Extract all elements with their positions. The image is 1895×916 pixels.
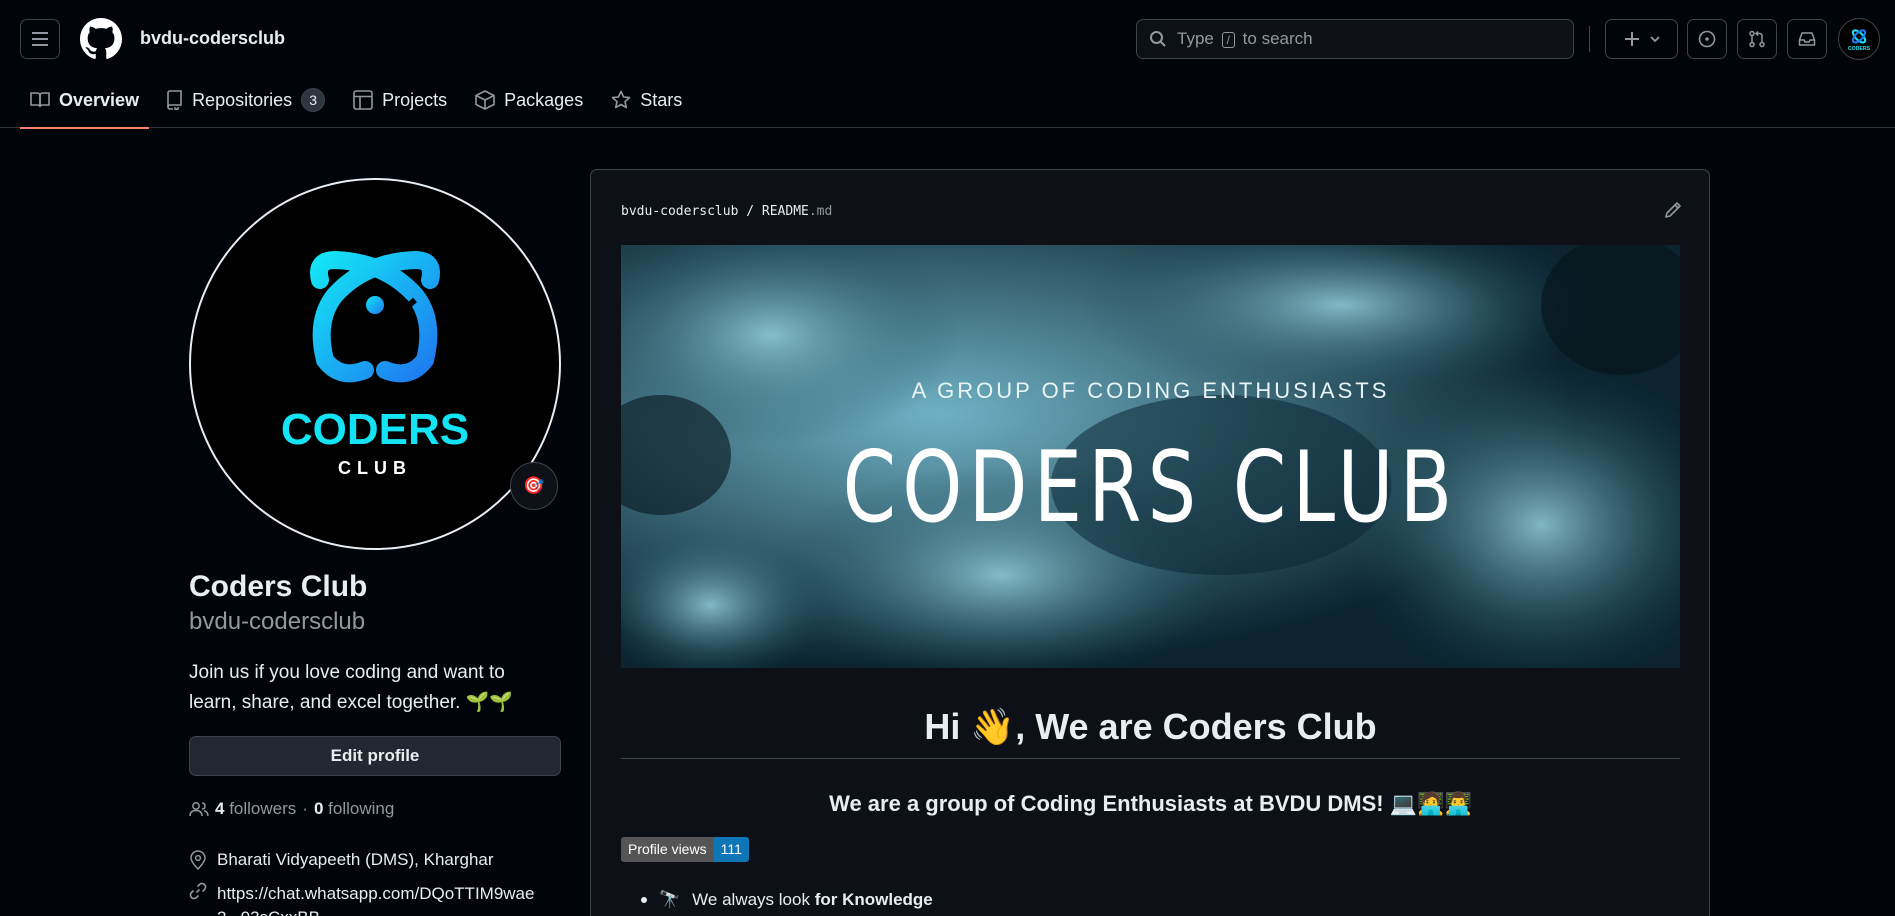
search-placeholder: Type / to search — [1177, 29, 1313, 49]
location-icon — [190, 850, 206, 870]
tab-projects[interactable]: Projects — [343, 78, 457, 122]
views-badge-label: Profile views — [621, 837, 714, 862]
search-icon — [1150, 31, 1166, 47]
bullet-dot — [641, 897, 647, 903]
profile-location: Bharati Vidyapeeth (DMS), Kharghar — [189, 850, 494, 870]
readme-file-name: README — [761, 204, 809, 219]
hamburger-icon — [32, 32, 48, 46]
readme-heading: Hi 👋, We are Coders Club — [924, 706, 1377, 747]
coders-club-logo: CODERS CLUB — [281, 250, 469, 478]
pull-requests-button[interactable] — [1737, 19, 1777, 59]
logo-word: CODERS — [281, 405, 469, 454]
repo-icon — [167, 90, 182, 110]
user-avatar-button[interactable]: CODERS — [1838, 18, 1880, 60]
profile-tabs: Overview Repositories 3 Projects Package… — [20, 78, 700, 129]
bullet-text: We always look — [692, 890, 810, 909]
org-name-link[interactable]: bvdu-codersclub — [140, 28, 285, 49]
inbox-button[interactable] — [1787, 19, 1827, 59]
followers-label: followers — [229, 799, 297, 818]
search-shortcut-key: / — [1221, 32, 1235, 48]
followers-link[interactable]: 4 followers — [215, 799, 296, 819]
banner-title: CODERS CLUB — [842, 431, 1459, 545]
followers-count: 4 — [215, 799, 225, 818]
header-divider — [1589, 26, 1590, 52]
profile-full-name: Coders Club — [189, 570, 368, 603]
following-link[interactable]: 0 following — [314, 799, 394, 819]
follow-separator: · — [302, 799, 308, 818]
coders-club-logo-icon: CODERS — [1848, 29, 1871, 52]
profile-bio: Join us if you love coding and want to l… — [189, 662, 514, 713]
banner-subtitle: A GROUP OF CODING ENTHUSIASTS — [911, 378, 1390, 403]
readme-subheading: We are a group of Coding Enthusiasts at … — [829, 791, 1472, 816]
menu-button[interactable] — [20, 19, 60, 59]
tab-overview[interactable]: Overview — [20, 78, 150, 129]
star-icon — [611, 90, 631, 109]
search-suffix-text: to search — [1242, 29, 1313, 48]
readme-file-ext: .md — [808, 204, 833, 219]
table-icon — [353, 90, 373, 110]
tab-repositories-label: Repositories — [192, 89, 293, 110]
views-badge-value: 111 — [713, 837, 749, 862]
location-text: Bharati Vidyapeeth (DMS), Kharghar — [217, 850, 494, 869]
pencil-icon — [1665, 202, 1681, 218]
profile-views-badge: Profile views 111 — [621, 837, 749, 862]
tab-packages[interactable]: Packages — [465, 78, 593, 122]
tab-stars[interactable]: Stars — [601, 78, 692, 122]
link-icon — [189, 882, 207, 900]
following-count: 0 — [313, 799, 324, 818]
search-prefix-text: Type — [1177, 29, 1214, 48]
readme-card: bvdu-codersclub / README.md A GROUP OF C… — [590, 169, 1710, 916]
issue-opened-icon — [1698, 30, 1716, 48]
readme-path: bvdu-codersclub / README.md — [621, 204, 832, 219]
chevron-down-icon — [1649, 36, 1660, 42]
readme-owner-link[interactable]: bvdu-codersclub — [621, 204, 738, 219]
package-icon — [475, 90, 495, 110]
repositories-count-badge: 3 — [301, 88, 326, 112]
git-pull-request-icon — [1749, 30, 1765, 48]
telescope-icon: 🔭 — [659, 890, 681, 909]
tab-overview-label: Overview — [59, 89, 140, 110]
inbox-icon — [1798, 32, 1816, 46]
svg-text:CODERS: CODERS — [1848, 46, 1871, 52]
search-input[interactable]: Type / to search — [1136, 19, 1574, 59]
plus-icon — [1624, 32, 1639, 46]
profile-website: https://chat.whatsapp.com/DQoTTIM9wae2..… — [189, 882, 557, 916]
edit-readme-button[interactable] — [1663, 200, 1683, 225]
tab-stars-label: Stars — [640, 89, 683, 110]
target-icon: 🎯 — [523, 476, 545, 495]
tab-repositories[interactable]: Repositories 3 — [157, 78, 335, 122]
edit-profile-button[interactable]: Edit profile — [189, 736, 561, 776]
profile-avatar[interactable]: CODERS CLUB — [189, 178, 561, 550]
github-logo-icon[interactable] — [80, 18, 122, 60]
path-separator: / — [746, 204, 755, 219]
following-label: following — [328, 799, 395, 818]
bullet-bold-text: for Knowledge — [814, 890, 933, 909]
status-emoji-button[interactable]: 🎯 — [510, 462, 558, 510]
profile-username: bvdu-codersclub — [189, 608, 366, 635]
heading-divider — [621, 758, 1680, 759]
follow-stats: 4 followers · 0 following — [189, 799, 394, 819]
list-item: 🔭 We always look for Knowledge — [641, 890, 933, 910]
issues-button[interactable] — [1687, 19, 1727, 59]
create-new-button[interactable] — [1605, 19, 1678, 59]
website-link[interactable]: https://chat.whatsapp.com/DQoTTIM9wae2..… — [217, 882, 557, 916]
tab-packages-label: Packages — [504, 89, 584, 110]
tab-projects-label: Projects — [382, 89, 448, 110]
readme-banner-image: A GROUP OF CODING ENTHUSIASTS CODERS CLU… — [621, 245, 1680, 668]
book-icon — [30, 92, 50, 108]
people-icon — [189, 802, 209, 817]
logo-subword: CLUB — [338, 458, 412, 478]
global-header: bvdu-codersclub Type / to search CODERS … — [0, 0, 1895, 129]
